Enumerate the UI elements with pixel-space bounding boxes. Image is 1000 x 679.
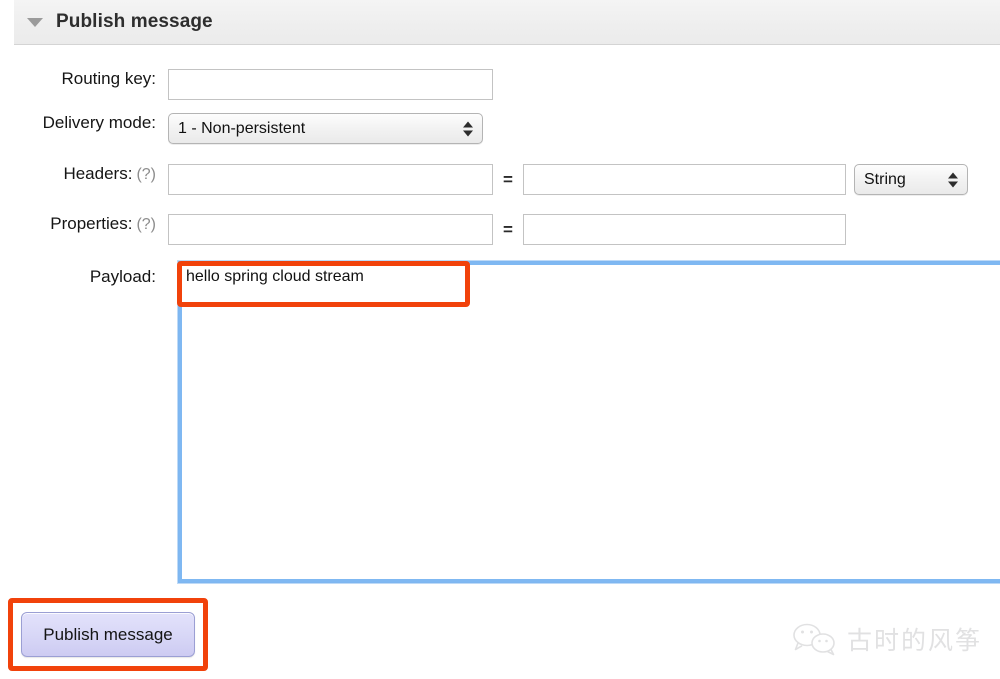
properties-label: Properties:(?): [0, 214, 168, 234]
routing-key-input[interactable]: [168, 69, 493, 100]
row-delivery-mode: Delivery mode: 1 - Non-persistent: [0, 113, 483, 144]
properties-key-input[interactable]: [168, 214, 493, 245]
watermark-text: 古时的风筝: [847, 621, 982, 657]
delivery-mode-value: 1 - Non-persistent: [178, 120, 305, 138]
headers-key-input[interactable]: [168, 164, 493, 195]
properties-help-icon[interactable]: (?): [136, 216, 156, 233]
wechat-icon: [792, 621, 838, 657]
headers-label-text: Headers:: [63, 164, 132, 183]
row-routing-key: Routing key:: [0, 69, 493, 100]
row-payload: Payload:: [0, 267, 168, 287]
headers-type-value: String: [864, 171, 906, 189]
headers-help-icon[interactable]: (?): [136, 166, 156, 183]
delivery-mode-label: Delivery mode:: [0, 113, 168, 133]
page-title: Publish message: [56, 11, 213, 33]
properties-value-input[interactable]: [523, 214, 846, 245]
section-header[interactable]: Publish message: [14, 0, 1000, 45]
headers-label: Headers:(?): [0, 164, 168, 184]
row-headers: Headers:(?) = String: [0, 164, 968, 195]
payload-label: Payload:: [0, 267, 168, 287]
row-properties: Properties:(?) =: [0, 214, 846, 245]
headers-type-select[interactable]: String: [854, 164, 968, 195]
routing-key-label: Routing key:: [0, 69, 168, 89]
chevron-down-icon[interactable]: [27, 18, 43, 27]
stepper-arrows-icon: [948, 172, 958, 187]
properties-label-text: Properties:: [50, 214, 132, 233]
delivery-mode-select[interactable]: 1 - Non-persistent: [168, 113, 483, 144]
stepper-arrows-icon: [463, 121, 473, 136]
headers-value-input[interactable]: [523, 164, 846, 195]
payload-textarea[interactable]: hello spring cloud stream: [178, 261, 1000, 583]
properties-equals-sign: =: [493, 214, 523, 245]
headers-equals-sign: =: [493, 164, 523, 195]
publish-message-button[interactable]: Publish message: [21, 612, 195, 657]
publish-message-form: Routing key: Delivery mode: 1 - Non-pers…: [0, 45, 1000, 679]
payload-text-value: hello spring cloud stream: [186, 268, 364, 286]
watermark: 古时的风筝: [792, 621, 982, 657]
